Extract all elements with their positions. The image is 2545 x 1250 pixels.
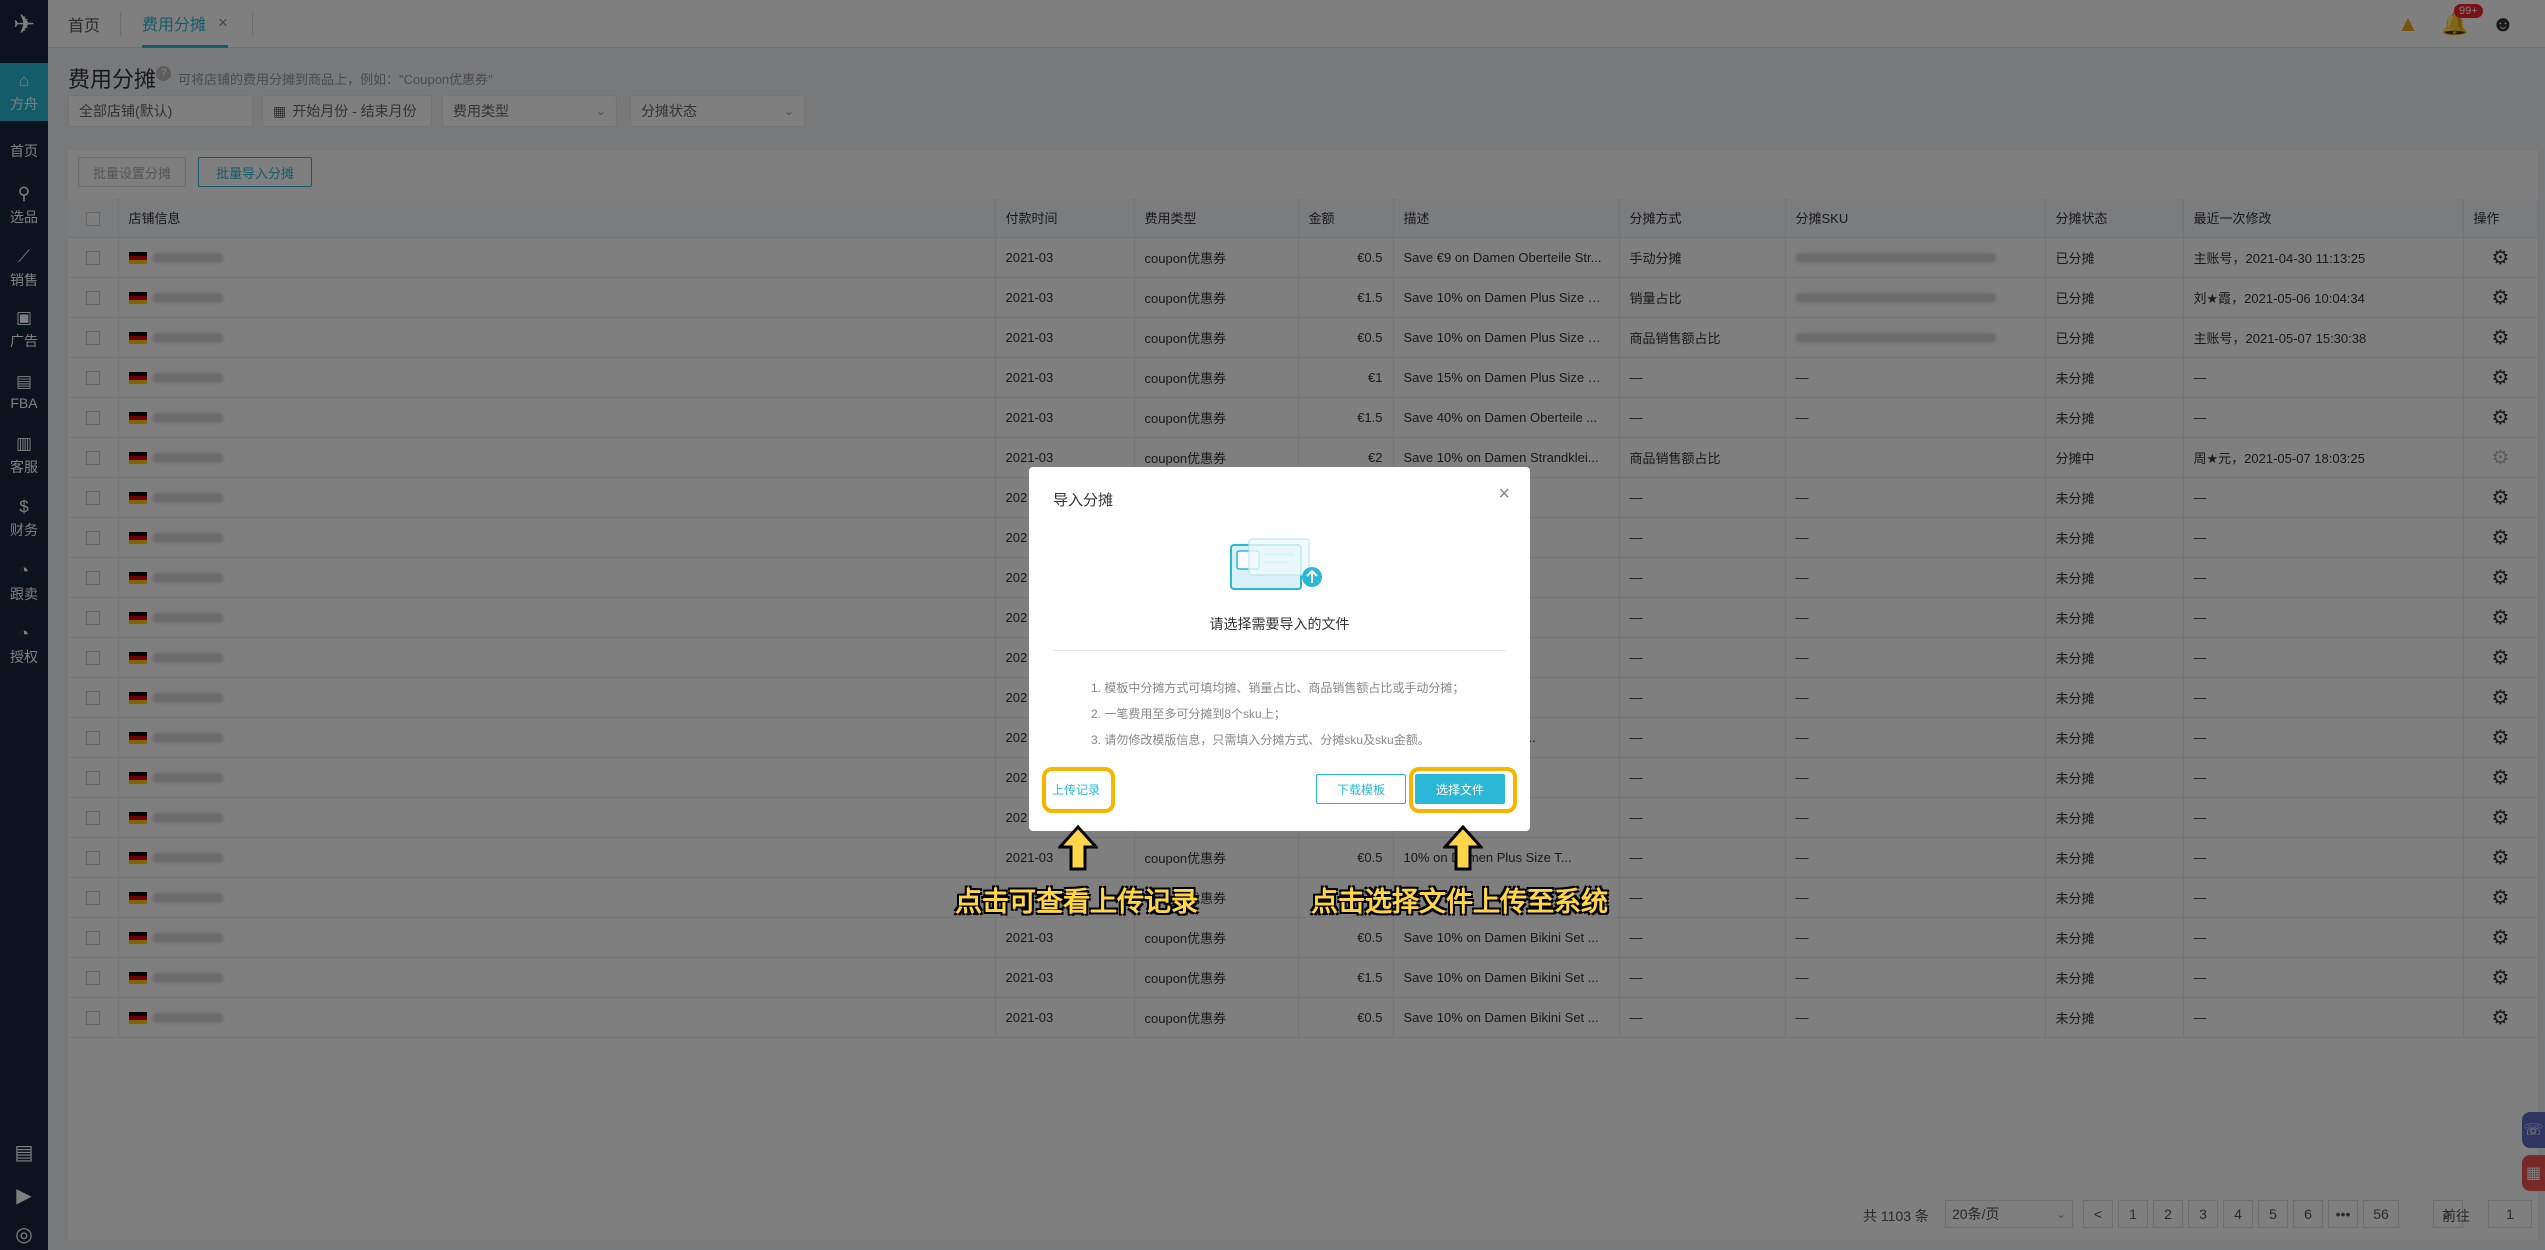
modal-message: 请选择需要导入的文件 (1209, 616, 1350, 632)
modal-tip: 3. 请勿修改模版信息，只需填入分摊方式、分摊sku及sku金额。 (1091, 733, 1430, 747)
highlight-ring (1042, 767, 1115, 813)
modal-title: 导入分摊 (1053, 492, 1114, 509)
file-upload-illustration-icon (1230, 538, 1322, 590)
callout-upload-record: 点击可查看上传记录 (955, 887, 1198, 917)
close-icon[interactable]: × (1498, 483, 1510, 506)
callout-choose-file: 点击选择文件上传至系统 (1311, 887, 1608, 917)
arrow-up-icon (1058, 825, 1098, 871)
download-template-button[interactable]: 下载模板 (1316, 774, 1406, 804)
arrow-up-icon (1443, 825, 1483, 871)
modal-tip: 1. 模板中分摊方式可填均摊、销量占比、商品销售额占比或手动分摊； (1091, 681, 1465, 695)
highlight-ring (1409, 767, 1517, 813)
modal-divider (1053, 650, 1506, 651)
modal-tip: 2. 一笔费用至多可分摊到8个sku上； (1091, 707, 1286, 721)
